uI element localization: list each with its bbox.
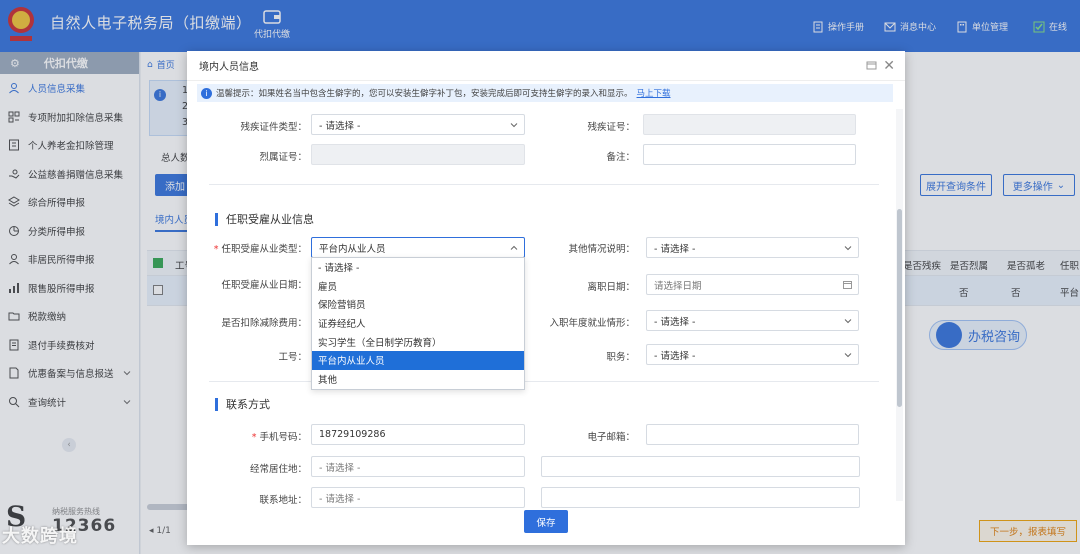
other-desc-select[interactable]: - 请选择 - <box>646 237 859 258</box>
disability-cert-type-label: 残疾证件类型： <box>240 122 307 133</box>
first-year-label: 入职年度就业情形： <box>549 318 635 329</box>
download-link[interactable]: 马上下载 <box>637 87 671 99</box>
martyr-cert-label: 烈属证号： <box>259 152 307 163</box>
job-no-label: 工号： <box>278 352 307 363</box>
input-value: 18729109286 <box>319 429 386 440</box>
chevron-up-icon <box>510 245 518 250</box>
section-contact: 联系方式 <box>215 396 270 412</box>
email-label: 电子邮箱： <box>587 432 635 443</box>
deduct-fee-label: 是否扣除减除费用： <box>221 318 307 329</box>
select-value: 平台内从业人员 <box>319 243 386 255</box>
maximize-icon[interactable] <box>866 60 877 71</box>
chevron-down-icon <box>844 319 852 324</box>
select-value: - 请选择 - <box>654 316 696 328</box>
select-value: - 请选择 - <box>319 493 361 505</box>
dropdown-option[interactable]: 雇员 <box>312 277 524 296</box>
other-desc-label: 其他情况说明： <box>568 244 635 255</box>
dropdown-option-selected[interactable]: 平台内从业人员 <box>312 350 524 370</box>
label-text: 手机号码： <box>259 432 307 443</box>
employment-type-label: * 任职受雇从业类型： <box>213 244 307 255</box>
section-divider <box>209 381 879 382</box>
section-employment: 任职受雇从业信息 <box>215 211 314 227</box>
employment-date-label: 任职受雇从业日期： <box>221 280 307 291</box>
residence-select[interactable]: - 请选择 - <box>311 456 525 477</box>
save-button[interactable]: 保存 <box>524 510 568 533</box>
dropdown-option[interactable]: 实习学生（全日制学历教育） <box>312 332 524 351</box>
select-value: - 请选择 - <box>319 120 361 132</box>
section-title: 任职受雇从业信息 <box>226 213 314 226</box>
remark-input[interactable] <box>643 144 856 165</box>
calendar-icon <box>843 281 852 289</box>
close-icon[interactable]: ✕ <box>883 58 895 74</box>
input-placeholder: 请选择日期 <box>654 280 702 292</box>
section-bar <box>215 397 218 411</box>
dialog-tip: i 温馨提示：如果姓名当中包含生僻字的，您可以安装生僻字补丁包，安装完成后即可支… <box>197 84 893 102</box>
position-select[interactable]: - 请选择 - <box>646 344 859 365</box>
dialog-header: 境内人员信息 ✕ <box>187 51 905 81</box>
residence-label: 经常居住地： <box>249 464 307 475</box>
select-value: - 请选择 - <box>654 350 696 362</box>
first-year-select[interactable]: - 请选择 - <box>646 310 859 331</box>
person-info-dialog: 境内人员信息 ✕ i 温馨提示：如果姓名当中包含生僻字的，您可以安装生僻字补丁包… <box>187 51 905 545</box>
residence-detail-input[interactable] <box>541 456 860 477</box>
disability-cert-no-label: 残疾证号： <box>587 122 635 133</box>
chevron-down-icon <box>844 353 852 358</box>
info-icon: i <box>201 87 212 99</box>
select-value: - 请选择 - <box>654 243 696 255</box>
leave-date-input[interactable]: 请选择日期 <box>646 274 859 295</box>
dropdown-option[interactable]: 保险营销员 <box>312 295 524 314</box>
disability-cert-no-input[interactable] <box>643 114 856 135</box>
martyr-cert-input[interactable] <box>311 144 525 165</box>
position-label: 职务： <box>606 352 635 363</box>
select-value: - 请选择 - <box>319 462 361 474</box>
dropdown-option[interactable]: 证券经纪人 <box>312 314 524 333</box>
dropdown-option[interactable]: 其他 <box>312 370 524 389</box>
address-detail-input[interactable] <box>541 487 860 508</box>
phone-input[interactable]: 18729109286 <box>311 424 525 445</box>
dialog-tip-text: 温馨提示：如果姓名当中包含生僻字的，您可以安装生僻字补丁包，安装完成后即可支持生… <box>216 89 633 99</box>
disability-cert-type-select[interactable]: - 请选择 - <box>311 114 525 135</box>
dialog-title: 境内人员信息 <box>199 62 259 73</box>
chevron-down-icon <box>844 246 852 251</box>
section-title: 联系方式 <box>226 398 270 411</box>
label-text: 任职受雇从业类型： <box>221 244 307 255</box>
employment-type-select[interactable]: 平台内从业人员 <box>311 237 525 258</box>
remark-label: 备注： <box>606 152 635 163</box>
leave-date-label: 离职日期： <box>587 282 635 293</box>
phone-label: * 手机号码： <box>251 432 307 443</box>
dropdown-option[interactable]: - 请选择 - <box>312 258 524 277</box>
address-select[interactable]: - 请选择 - <box>311 487 525 508</box>
section-bar <box>215 212 218 226</box>
employment-type-dropdown: - 请选择 - 雇员 保险营销员 证券经纪人 实习学生（全日制学历教育） 平台内… <box>311 257 525 390</box>
watermark-text: 大数跨境 <box>2 526 78 547</box>
section-divider <box>209 184 879 185</box>
email-input[interactable] <box>646 424 859 445</box>
chevron-down-icon <box>510 123 518 128</box>
address-label: 联系地址： <box>259 495 307 506</box>
vertical-scrollbar[interactable] <box>897 209 902 407</box>
